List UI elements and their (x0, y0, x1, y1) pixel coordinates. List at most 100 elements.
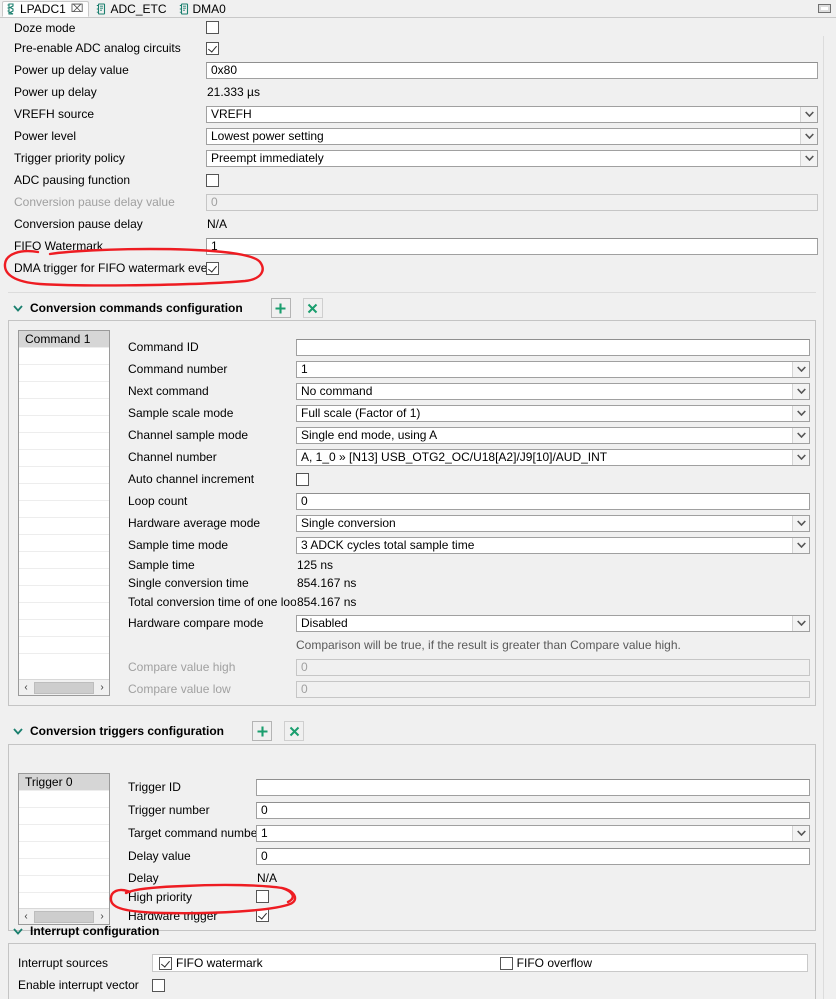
row-label: Sample scale mode (128, 406, 234, 420)
fifo-overflow-checkbox[interactable] (499, 956, 513, 970)
channel-sample-mode-select[interactable]: Single end mode, using A (296, 426, 810, 444)
list-empty-row (19, 399, 109, 416)
list-empty-row (19, 569, 109, 586)
list-empty-row (19, 484, 109, 501)
combo-value: Preempt immediately (211, 150, 324, 165)
loop-count-input[interactable]: 0 (296, 492, 810, 510)
close-icon[interactable]: ⌧ (71, 3, 84, 15)
list-item[interactable]: Trigger 0 (19, 774, 109, 791)
command-id-input[interactable] (296, 338, 810, 356)
combo-value: Lowest power setting (211, 128, 324, 143)
fifo-watermark-input[interactable]: 1 (206, 237, 818, 255)
chip-icon (96, 3, 107, 15)
row-trigger-priority-policy: Trigger priority policy Preempt immediat… (0, 147, 822, 169)
row-label: Power up delay (14, 85, 97, 99)
conversion-triggers-header[interactable]: Conversion triggers configuration (0, 718, 822, 744)
trigger-fields: Trigger ID Trigger number 0 Target comma… (114, 776, 814, 925)
chip-icon (6, 3, 17, 15)
row-label: Target command number (128, 826, 256, 840)
row-hardware-average-mode: Hardware average mode Single conversion (114, 512, 814, 534)
fifo-overflow-label: FIFO overflow (516, 956, 593, 970)
scroll-right-icon[interactable]: › (95, 680, 109, 695)
add-command-button[interactable] (270, 298, 291, 318)
list-item[interactable]: Command 1 (19, 331, 109, 348)
row-label: Pre-enable ADC analog circuits (14, 41, 181, 55)
next-command-select[interactable]: No command (296, 382, 810, 400)
section-title: Interrupt configuration (30, 924, 160, 938)
trigger-list[interactable]: Trigger 0 ‹ › (18, 773, 110, 925)
row-compare-value-high: Compare value high 0 (114, 656, 814, 678)
interrupt-source-fifo-watermark[interactable]: FIFO watermark (159, 956, 263, 970)
list-empty-row (19, 637, 109, 654)
row-label: Delay (128, 870, 159, 885)
row-target-command-number: Target command number 1 (114, 822, 814, 844)
trigger-id-input[interactable] (256, 778, 810, 796)
minimize-button[interactable] (818, 4, 831, 13)
fifo-watermark-checkbox[interactable] (159, 956, 172, 970)
chevron-down-icon[interactable] (12, 925, 24, 937)
trigger-number-input[interactable]: 0 (256, 801, 810, 819)
row-conversion-pause-delay-value: Conversion pause delay value 0 (0, 191, 822, 213)
row-label: Trigger ID (128, 780, 181, 794)
remove-trigger-button[interactable] (284, 721, 305, 741)
doze-mode-checkbox[interactable] (206, 21, 219, 34)
conversion-commands-header[interactable]: Conversion commands configuration (0, 296, 822, 320)
chevron-down-icon[interactable] (12, 302, 24, 314)
row-channel-number: Channel number A, 1_0 » [N13] USB_OTG2_O… (114, 446, 814, 468)
row-label: Trigger priority policy (14, 151, 125, 165)
sample-time-mode-select[interactable]: 3 ADCK cycles total sample time (296, 536, 810, 554)
command-number-select[interactable]: 1 (296, 360, 810, 378)
hardware-compare-mode-select[interactable]: Disabled (296, 614, 810, 632)
row-label: Command number (128, 362, 228, 376)
row-command-id: Command ID (114, 336, 814, 358)
pre-enable-adc-checkbox[interactable] (206, 41, 219, 55)
combo-value: VREFH (211, 106, 252, 121)
high-priority-checkbox[interactable] (256, 890, 269, 903)
vertical-scrollbar[interactable] (823, 36, 836, 999)
row-label: Channel sample mode (128, 428, 249, 442)
adc-pausing-function-checkbox[interactable] (206, 173, 219, 187)
command-list[interactable]: Command 1 ‹ › (18, 330, 110, 696)
command-fields: Command ID Command number 1 Next command… (114, 336, 814, 700)
enable-interrupt-vector-checkbox[interactable] (152, 978, 165, 992)
tab-lpadc1[interactable]: LPADC1 ⌧ (2, 1, 90, 17)
add-trigger-button[interactable] (252, 721, 273, 741)
chevron-down-icon[interactable] (12, 725, 24, 737)
list-empty-row (19, 791, 109, 808)
interrupt-configuration-header[interactable]: Interrupt configuration (0, 920, 822, 942)
vrefh-source-select[interactable]: VREFH (206, 105, 818, 123)
chevron-down-icon (792, 537, 809, 553)
row-auto-channel-increment: Auto channel increment (114, 468, 814, 490)
interrupt-source-fifo-overflow[interactable]: FIFO overflow (499, 956, 593, 970)
list-empty-row (19, 876, 109, 893)
command-list-hscrollbar[interactable]: ‹ › (19, 679, 109, 695)
chevron-down-icon (792, 449, 809, 465)
list-empty-row (19, 501, 109, 518)
row-vrefh-source: VREFH source VREFH (0, 103, 822, 125)
row-label: VREFH source (14, 107, 95, 121)
power-level-select[interactable]: Lowest power setting (206, 127, 818, 145)
power-up-delay-value-input[interactable]: 0x80 (206, 61, 818, 79)
list-empty-row (19, 365, 109, 382)
total-conversion-time-value: 854.167 ns (297, 595, 357, 609)
separator (8, 292, 816, 293)
list-empty-row (19, 416, 109, 433)
scroll-left-icon[interactable]: ‹ (19, 680, 33, 695)
channel-number-select[interactable]: A, 1_0 » [N13] USB_OTG2_OC/U18[A2]/J9[10… (296, 448, 810, 466)
conversion-pause-delay-value: N/A (207, 217, 228, 231)
general-properties: Doze mode Pre-enable ADC analog circuits… (0, 18, 822, 279)
scrollbar-thumb[interactable] (34, 681, 94, 694)
delay-value-input[interactable]: 0 (256, 847, 810, 865)
remove-command-button[interactable] (302, 298, 323, 318)
dma-trigger-fifo-watermark-checkbox[interactable] (206, 261, 219, 275)
tab-adc-etc[interactable]: ADC_ETC (93, 1, 171, 17)
sample-scale-mode-select[interactable]: Full scale (Factor of 1) (296, 404, 810, 422)
trigger-priority-policy-select[interactable]: Preempt immediately (206, 149, 818, 167)
row-delay: Delay N/A (114, 868, 814, 887)
hardware-average-mode-select[interactable]: Single conversion (296, 514, 810, 532)
tab-dma0[interactable]: DMA0 (176, 1, 231, 17)
row-dma-trigger-fifo-watermark: DMA trigger for FIFO watermark event (0, 257, 822, 279)
target-command-number-select[interactable]: 1 (256, 824, 810, 842)
row-label: Hardware compare mode (128, 616, 264, 630)
auto-channel-increment-checkbox[interactable] (296, 472, 309, 486)
